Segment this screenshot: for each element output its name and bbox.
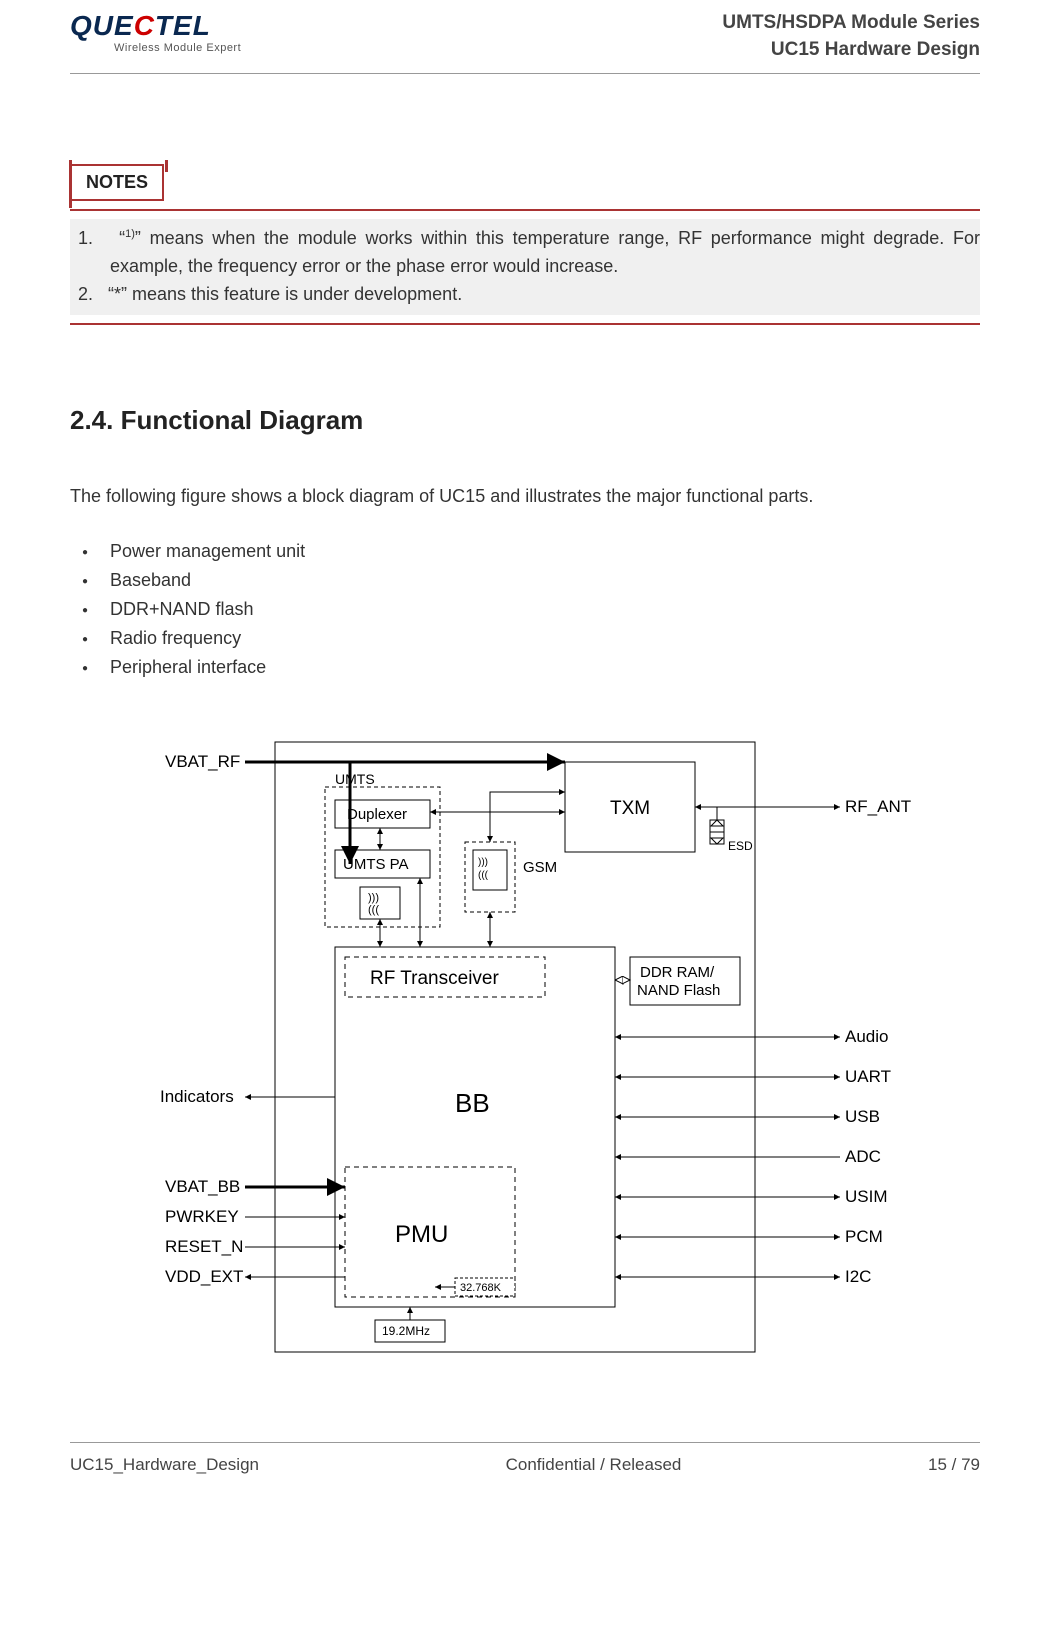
header-right: UMTS/HSDPA Module Series UC15 Hardware D… [722,10,980,63]
note-item-2: 2. “*” means this feature is under devel… [70,281,980,309]
lbl-audio: Audio [845,1027,888,1046]
svg-text:(((: ((( [478,870,489,881]
header-product: UC15 Hardware Design [722,37,980,64]
logo-wordmark: QUECTEL [70,10,241,42]
blk-umts: UMTS [335,771,375,787]
footer-center: Confidential / Released [506,1455,682,1475]
block-diagram: VBAT_RF Indicators VBAT_BB PWRKEY RESET_… [70,722,980,1372]
notes-list: 1. “1)” means when the module works with… [70,225,980,309]
lbl-rf-ant: RF_ANT [845,797,911,816]
svg-text:))): ))) [368,892,379,904]
blk-19m: 19.2MHz [382,1324,430,1338]
page-header: QUECTEL Wireless Module Expert UMTS/HSDP… [70,0,980,74]
logo: QUECTEL Wireless Module Expert [70,10,241,54]
notes-top-rule [70,209,980,211]
bullet-list: Power management unit Baseband DDR+NAND … [70,537,980,682]
lbl-vdd-ext: VDD_EXT [165,1267,243,1286]
lbl-i2c: I2C [845,1267,871,1286]
svg-text:(((: ((( [368,904,379,916]
lbl-vbat-rf: VBAT_RF [165,752,240,771]
section-heading: 2.4. Functional Diagram [70,405,980,436]
section-intro: The following figure shows a block diagr… [70,486,980,507]
note-item-1: 1. “1)” means when the module works with… [70,225,980,281]
notes-bottom-rule [70,323,980,325]
blk-txm: TXM [610,798,650,819]
lbl-uart: UART [845,1067,891,1086]
lbl-pcm: PCM [845,1227,883,1246]
blk-rftrx: RF Transceiver [370,968,499,989]
bullet-2: DDR+NAND flash [70,595,980,624]
bullet-4: Peripheral interface [70,653,980,682]
blk-umts-pa: UMTS PA [343,856,409,873]
blk-esd: ESD [728,839,753,853]
blk-pmu: PMU [395,1221,448,1248]
lbl-adc: ADC [845,1147,881,1166]
lbl-usim: USIM [845,1187,888,1206]
footer-left: UC15_Hardware_Design [70,1455,259,1475]
notes-label-box: NOTES [70,164,164,201]
lbl-reset-n: RESET_N [165,1237,243,1256]
logo-text-1: QUE [70,10,134,41]
svg-text:))): ))) [478,857,488,868]
notes-body: 1. “1)” means when the module works with… [70,219,980,315]
logo-tagline: Wireless Module Expert [114,42,241,54]
blk-gsm: GSM [523,859,557,876]
page-footer: UC15_Hardware_Design Confidential / Rele… [70,1442,980,1475]
logo-text-red: C [134,10,155,41]
blk-bb: BB [455,1088,490,1118]
header-series: UMTS/HSDPA Module Series [722,10,980,37]
blk-32k: 32.768K [460,1282,502,1294]
blk-duplexer: Duplexer [347,806,407,823]
footer-right: 15 / 79 [928,1455,980,1475]
blk-ddr: DDR RAM/ [640,964,715,981]
lbl-vbat-bb: VBAT_BB [165,1177,240,1196]
diagram-svg: VBAT_RF Indicators VBAT_BB PWRKEY RESET_… [125,722,925,1372]
lbl-usb: USB [845,1107,880,1126]
bullet-1: Baseband [70,566,980,595]
note-item-2-text: “*” means this feature is under developm… [108,284,462,304]
lbl-pwrkey: PWRKEY [165,1207,239,1226]
bullet-3: Radio frequency [70,624,980,653]
logo-text-2: TEL [155,10,211,41]
notes-label: NOTES [86,172,148,192]
lbl-indicators: Indicators [160,1087,234,1106]
blk-ddr2: NAND Flash [637,982,720,999]
bullet-0: Power management unit [70,537,980,566]
